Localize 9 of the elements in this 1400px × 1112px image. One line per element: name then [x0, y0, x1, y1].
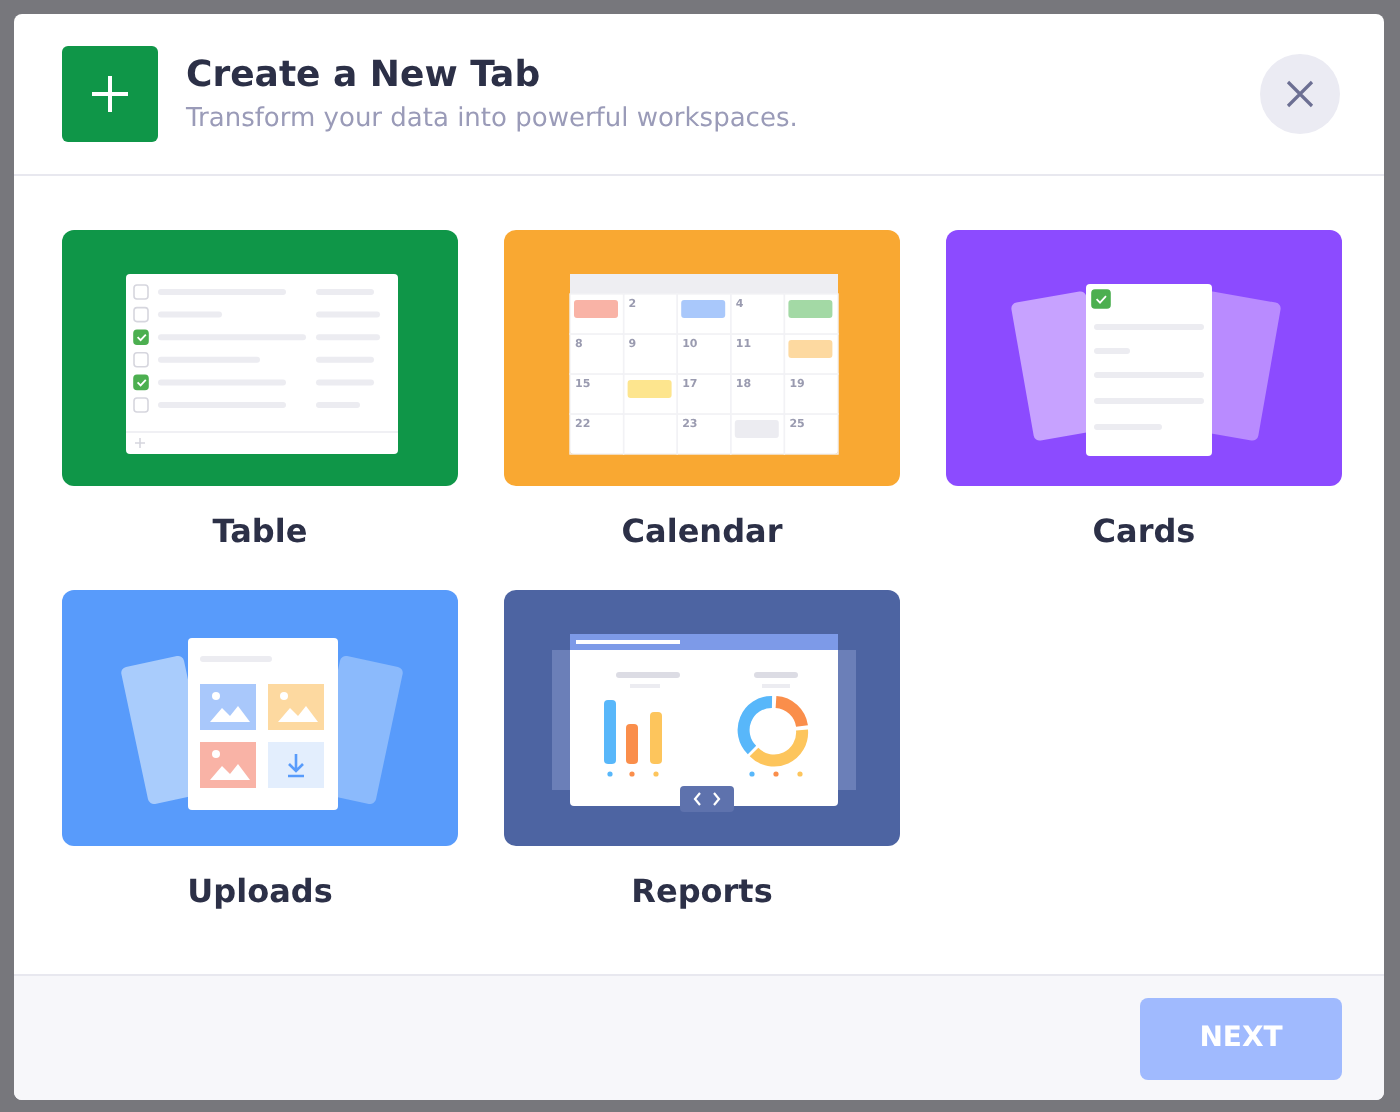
close-button[interactable]: [1260, 54, 1340, 134]
plus-icon: [62, 46, 158, 142]
tab-type-option[interactable]: Cards: [946, 230, 1342, 550]
tab-type-option[interactable]: Table: [62, 230, 458, 550]
dialog-subtitle: Transform your data into powerful workspaces.: [186, 104, 800, 134]
dialog-title: Create a New Tab: [186, 54, 543, 96]
close-icon: [1286, 80, 1314, 108]
tab-type-option[interactable]: Reports: [504, 590, 900, 910]
tab-type-option[interactable]: Uploads: [62, 590, 458, 910]
